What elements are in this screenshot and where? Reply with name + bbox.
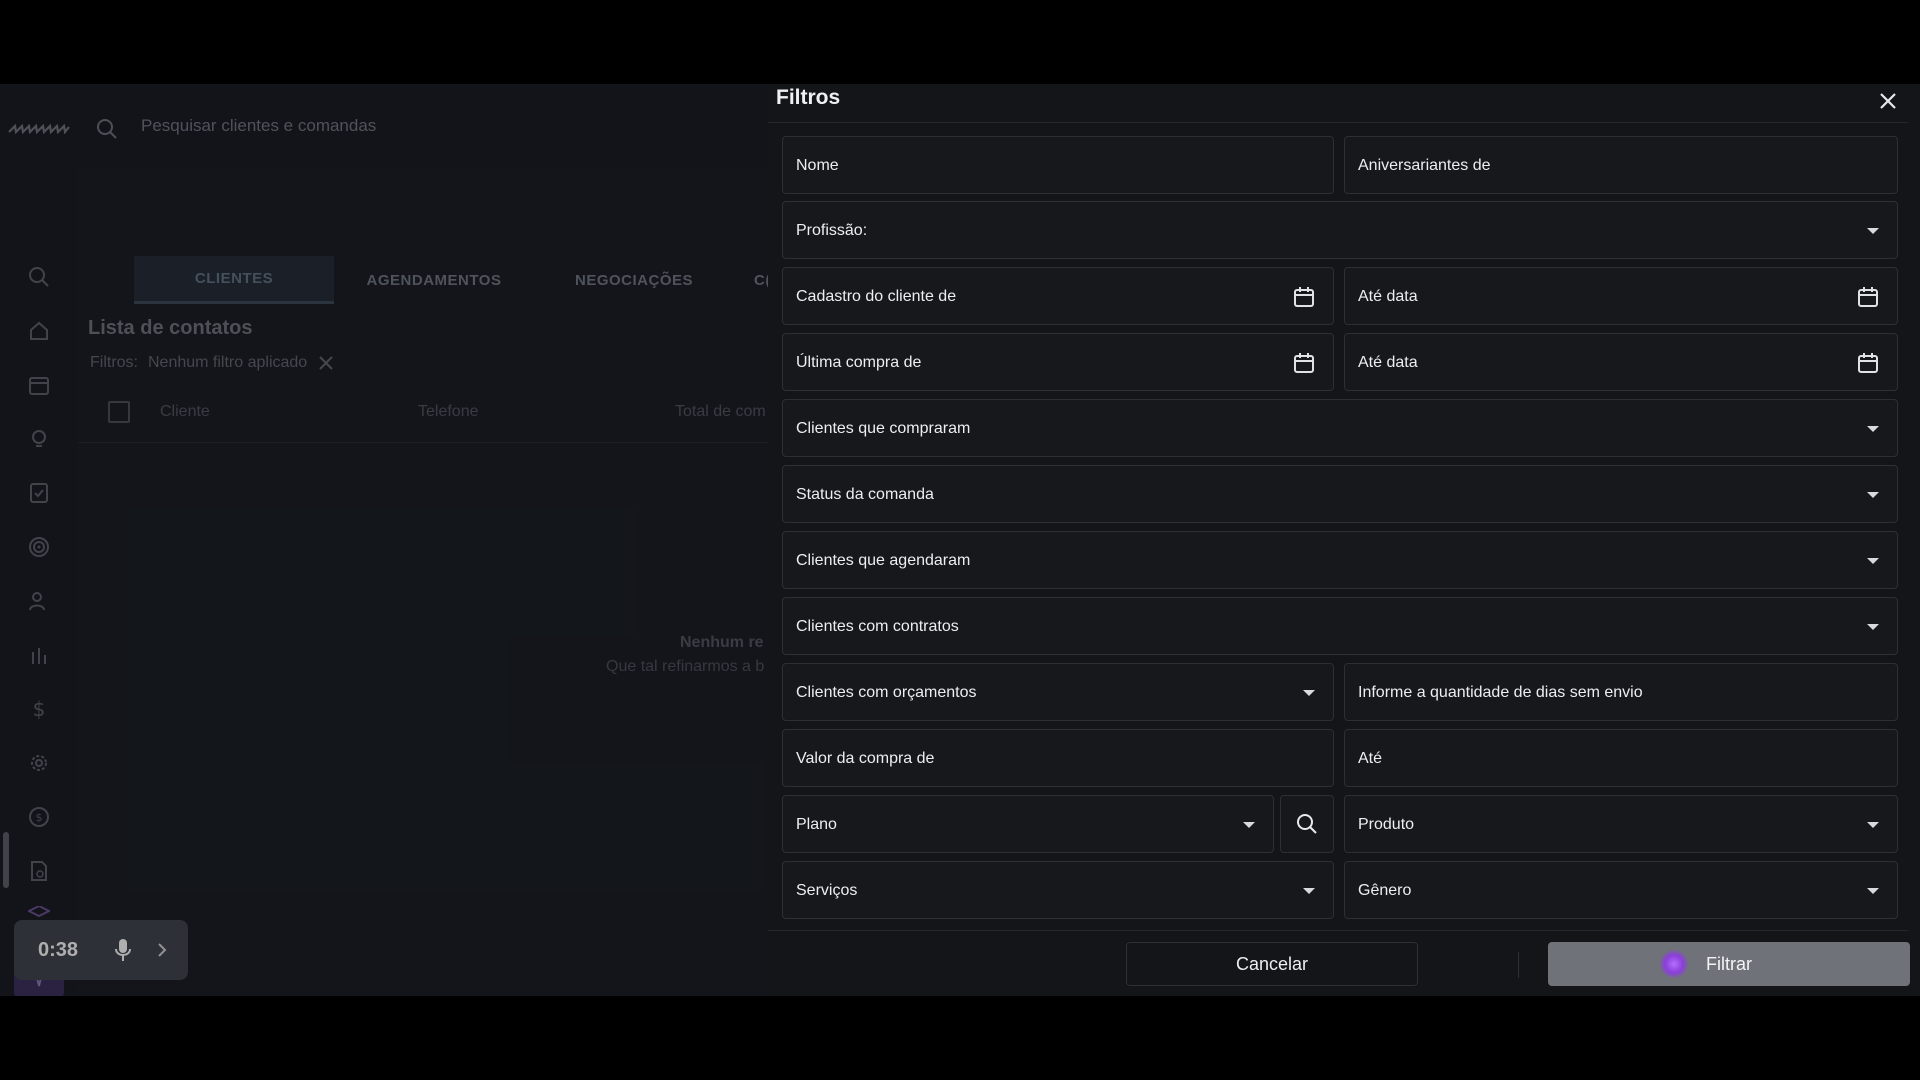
chevron-down-icon (1867, 492, 1879, 498)
chevron-down-icon (1867, 822, 1879, 828)
profissao-select[interactable]: Profissão: (782, 201, 1898, 259)
contratos-label: Clientes com contratos (796, 618, 959, 635)
cadastro-ate-label: Até data (1358, 288, 1418, 305)
compraram-select[interactable]: Clientes que compraram (782, 399, 1898, 457)
cadastro-ate-field[interactable]: Até data (1344, 267, 1898, 325)
orcamentos-select[interactable]: Clientes com orçamentos (782, 663, 1334, 721)
produto-select[interactable]: Produto (1344, 795, 1898, 853)
aniversariantes-field[interactable]: Aniversariantes de (1344, 136, 1898, 194)
ultima-compra-ate-label: Até data (1358, 354, 1418, 371)
filters-panel: Filtros Nome Aniversariantes de Profissã… (768, 84, 1920, 996)
calendar-icon[interactable] (1293, 352, 1315, 374)
calendar-icon[interactable] (1293, 286, 1315, 308)
produto-label: Produto (1358, 816, 1415, 833)
chevron-down-icon (1243, 822, 1255, 828)
agendaram-select[interactable]: Clientes que agendaram (782, 531, 1898, 589)
valor-de-label: Valor da compra de (796, 750, 935, 767)
valor-de-field[interactable]: Valor da compra de (782, 729, 1334, 787)
orcamentos-label: Clientes com orçamentos (796, 684, 977, 701)
plano-select[interactable]: Plano (782, 795, 1274, 853)
profissao-label: Profissão: (796, 222, 868, 239)
calendar-icon[interactable] (1857, 352, 1879, 374)
chevron-down-icon (1303, 888, 1315, 894)
genero-select[interactable]: Gênero (1344, 861, 1898, 919)
status-comanda-select[interactable]: Status da comanda (782, 465, 1898, 523)
modal-backdrop[interactable] (0, 84, 780, 996)
chevron-down-icon (1303, 690, 1315, 696)
cadastro-de-field[interactable]: Cadastro do cliente de (782, 267, 1334, 325)
contratos-select[interactable]: Clientes com contratos (782, 597, 1898, 655)
panel-title: Filtros (776, 86, 841, 109)
dias-sem-envio-field[interactable]: Informe a quantidade de dias sem envio (1344, 663, 1898, 721)
calendar-icon[interactable] (1857, 286, 1879, 308)
cancel-button[interactable]: Cancelar (1126, 942, 1418, 986)
chevron-down-icon (1867, 558, 1879, 564)
footer-divider (768, 930, 1908, 931)
valor-ate-field[interactable]: Até (1344, 729, 1898, 787)
dias-sem-envio-label: Informe a quantidade de dias sem envio (1358, 684, 1643, 701)
cursor-highlight (1660, 950, 1688, 978)
aniversariantes-label: Aniversariantes de (1358, 157, 1491, 174)
plano-search-button[interactable] (1280, 795, 1334, 853)
servicos-label: Serviços (796, 882, 858, 899)
close-icon[interactable] (1874, 87, 1902, 115)
chevron-down-icon (1867, 624, 1879, 630)
servicos-select[interactable]: Serviços (782, 861, 1334, 919)
chevron-down-icon (1867, 228, 1879, 234)
agendaram-label: Clientes que agendaram (796, 552, 971, 569)
ultima-compra-de-field[interactable]: Última compra de (782, 333, 1334, 391)
compraram-label: Clientes que compraram (796, 420, 971, 437)
filter-button[interactable]: Filtrar (1548, 942, 1910, 986)
plano-label: Plano (796, 816, 837, 833)
ultima-compra-ate-field[interactable]: Até data (1344, 333, 1898, 391)
nome-field[interactable]: Nome (782, 136, 1334, 194)
chevron-down-icon (1867, 888, 1879, 894)
nome-label: Nome (796, 157, 839, 174)
panel-divider (768, 122, 1908, 123)
chevron-down-icon (1867, 426, 1879, 432)
status-comanda-label: Status da comanda (796, 486, 934, 503)
app-window: Pesquisar clientes e comandas $ $ CLIENT… (0, 84, 1920, 996)
cadastro-de-label: Cadastro do cliente de (796, 288, 957, 305)
genero-label: Gênero (1358, 882, 1412, 899)
ultima-compra-de-label: Última compra de (796, 354, 922, 371)
valor-ate-label: Até (1358, 750, 1383, 767)
search-icon (1297, 814, 1317, 834)
footer-vertical-divider (1518, 952, 1519, 978)
